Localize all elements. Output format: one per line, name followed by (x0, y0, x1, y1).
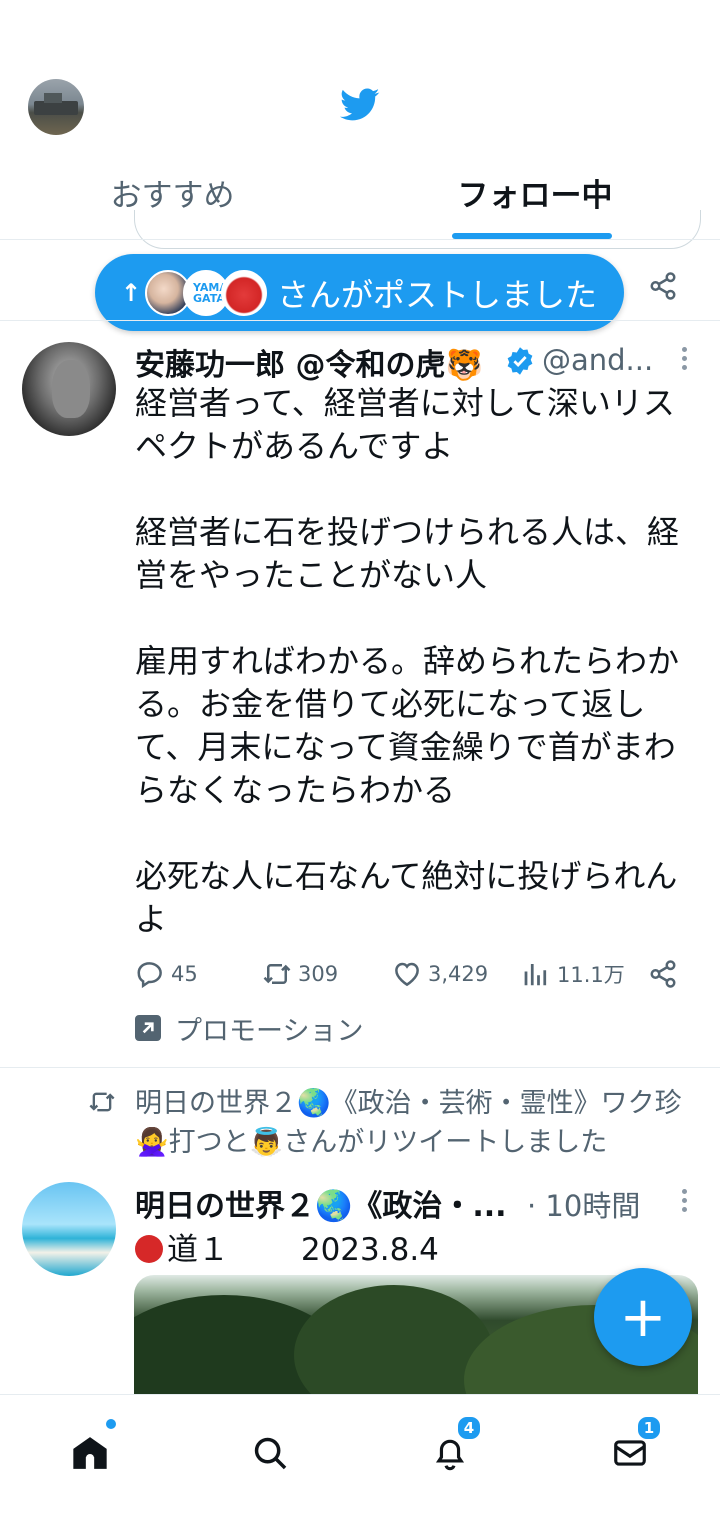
divider (0, 320, 720, 321)
verified-icon (507, 347, 533, 375)
promoted-text: プロモーション (175, 1015, 364, 1047)
author-handle[interactable]: @and... (542, 343, 653, 377)
like-icon (395, 962, 419, 987)
share-icon[interactable] (648, 271, 678, 301)
messages-badge: 1 (636, 1415, 662, 1441)
view-count: 11.1万 (557, 963, 625, 987)
retweet-count: 309 (298, 962, 339, 986)
reply-button[interactable]: 45 (135, 958, 198, 990)
avatar[interactable] (22, 342, 116, 436)
more-icon[interactable] (680, 1186, 688, 1216)
tab-recommended-label: おすすめ (110, 178, 235, 214)
like-button[interactable]: 3,429 (392, 958, 488, 990)
new-posts-label: さんがポストしました (277, 275, 598, 314)
retweet-icon (263, 964, 291, 984)
divider (0, 1067, 720, 1068)
share-icon (650, 960, 676, 988)
views-button[interactable]: 11.1万 (521, 958, 625, 990)
tweet-time[interactable]: · 10時間 (527, 1183, 640, 1225)
avatar (221, 269, 267, 316)
reply-icon (137, 962, 162, 989)
promoted-icon (135, 1015, 161, 1041)
views-icon (524, 964, 547, 986)
author-name[interactable]: 明日の世界２🌏《政治・... (135, 1181, 507, 1225)
profile-avatar[interactable] (28, 79, 84, 135)
search-pill-edge (134, 210, 701, 249)
nav-home[interactable] (60, 1417, 120, 1483)
divider (0, 239, 720, 240)
retweet-context[interactable]: 明日の世界２🌏《政治・芸術・霊性》ワク珍🙅‍♀️打つと👼さんがリツイートしました (135, 1084, 710, 1162)
more-icon[interactable] (680, 344, 688, 374)
promoted-label: プロモーション (135, 1010, 364, 1047)
search-icon (254, 1437, 287, 1470)
bottom-nav: 4 1 (0, 1394, 720, 1521)
nav-messages[interactable]: 1 (600, 1415, 662, 1483)
tweet-text-body: 道１ 2023.8.4 (167, 1232, 439, 1268)
share-button[interactable] (648, 958, 684, 990)
arrow-up-icon: ↑ (121, 278, 142, 307)
tweet-text: 道１ 2023.8.4 (135, 1224, 439, 1269)
reply-count: 45 (171, 962, 198, 986)
notification-badge: 4 (456, 1415, 482, 1441)
retweet-icon (89, 1092, 115, 1112)
nav-search[interactable] (240, 1423, 300, 1483)
home-dot-badge (104, 1417, 118, 1431)
like-count: 3,429 (428, 962, 489, 986)
author-name[interactable]: 安藤功一郎 @令和の虎🐯 (135, 340, 483, 384)
new-posts-avatars: YAMA GATA (145, 268, 275, 318)
nav-notifications[interactable]: 4 (420, 1415, 482, 1483)
home-icon (73, 1437, 107, 1469)
tweet-text: 経営者って、経営者に対して深いリスペクトがあるんですよ 経営者に石を投げつけられ… (135, 384, 680, 938)
twitter-bird-icon[interactable] (340, 88, 380, 122)
top-header: おすすめ フォロー中 (0, 0, 720, 249)
retweet-button[interactable]: 309 (262, 958, 338, 990)
avatar[interactable] (22, 1182, 116, 1276)
plus-icon: + (619, 1284, 667, 1350)
tab-following-label: フォロー中 (457, 178, 613, 214)
red-circle-icon (135, 1235, 163, 1263)
compose-button[interactable]: + (594, 1268, 692, 1366)
